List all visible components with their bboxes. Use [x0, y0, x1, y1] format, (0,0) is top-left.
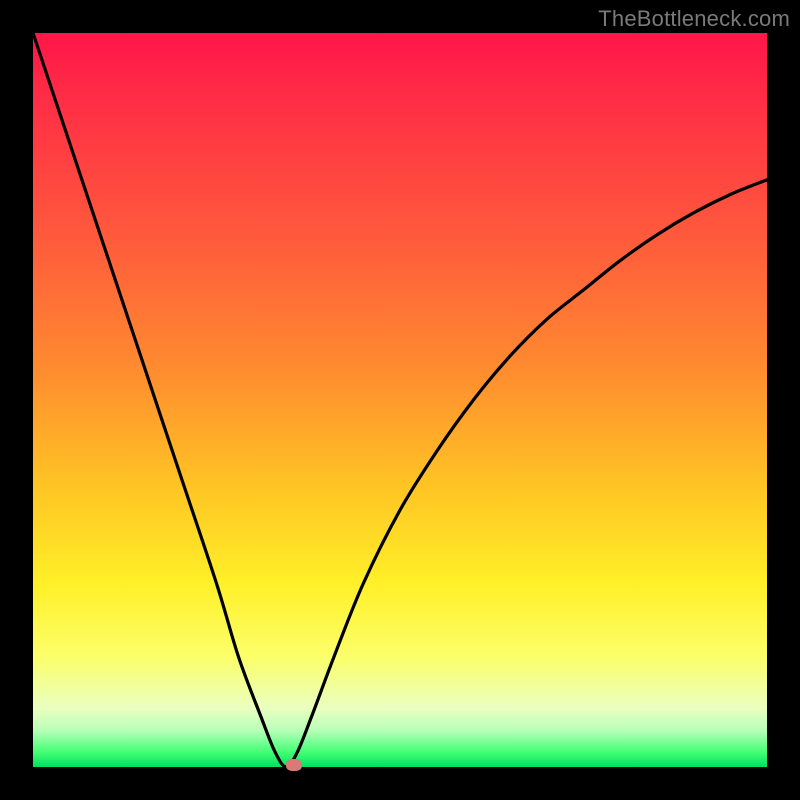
chart-frame: TheBottleneck.com: [0, 0, 800, 800]
plot-area: [33, 33, 767, 767]
optimal-point-marker: [286, 759, 302, 771]
bottleneck-curve: [33, 33, 767, 767]
watermark-text: TheBottleneck.com: [598, 6, 790, 32]
